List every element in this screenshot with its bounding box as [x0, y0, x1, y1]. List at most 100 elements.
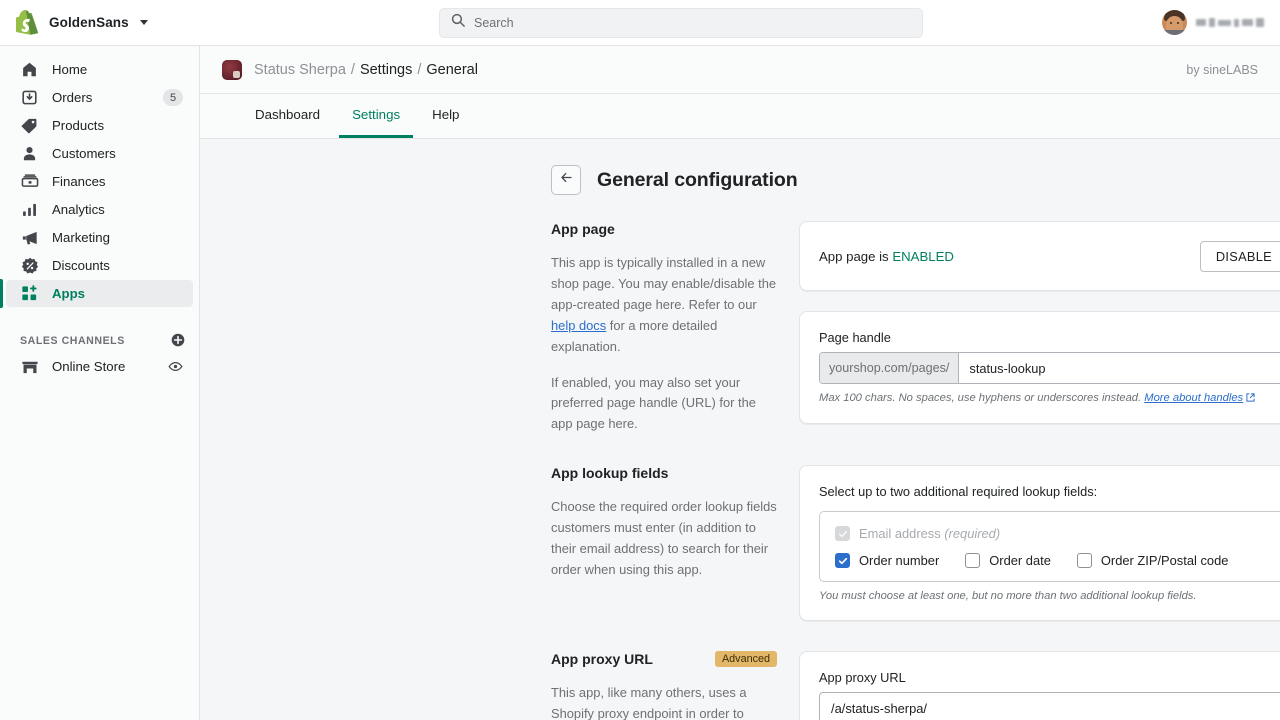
sidebar-item-label: Marketing [52, 230, 110, 245]
more-about-handles-link[interactable]: More about handles [1144, 392, 1243, 404]
bar-chart-icon [20, 200, 39, 219]
page-title: General configuration [597, 168, 798, 191]
checkbox-order-zip[interactable] [1076, 553, 1092, 569]
section-body: This app, like many others, uses a Shopi… [551, 683, 777, 720]
section-app-page-controls: App page is ENABLED DISABLE Page handle … [799, 221, 1280, 435]
page-handle-label: Page handle [819, 330, 891, 345]
sidebar-item-apps[interactable]: Apps [0, 279, 193, 308]
proxy-url-card: App proxy URL /a/status-sherpa/ Most use… [799, 651, 1280, 720]
section-body: Choose the required order lookup fields … [551, 497, 777, 581]
checkbox-row-optional: Order number Order date Order ZIP/Postal… [835, 553, 1272, 569]
checkbox-order-zip-wrap[interactable]: Order ZIP/Postal code [1076, 553, 1229, 569]
plus-circle-icon[interactable] [171, 333, 185, 350]
user-menu[interactable] [1162, 10, 1280, 35]
paragraph-text: This app is typically installed in a new… [551, 255, 777, 312]
orders-inbox-icon [20, 88, 39, 107]
brand-menu[interactable]: GoldenSans [0, 10, 200, 35]
section-body: This app is typically installed in a new… [551, 253, 777, 435]
brand-name: GoldenSans [49, 15, 129, 30]
sidebar-item-products[interactable]: Products [6, 112, 193, 139]
sidebar-item-label: Home [52, 62, 88, 77]
search-icon [451, 13, 465, 32]
breadcrumb-settings[interactable]: Settings [360, 62, 412, 78]
page-handle-card: Page handle yourshop.com/pages/ status-l… [799, 311, 1280, 424]
tab-label: Dashboard [255, 107, 321, 122]
sidebar-item-discounts[interactable]: Discounts [6, 252, 193, 279]
sidebar-item-online-store[interactable]: Online Store [6, 353, 193, 380]
app-page-status-row: App page is ENABLED DISABLE [819, 240, 1280, 272]
sidebar-item-label: Customers [52, 146, 116, 161]
sales-channels-title: SALES CHANNELS [20, 335, 125, 347]
app-breadcrumb-header: Status Sherpa / Settings / General by si… [200, 46, 1280, 94]
tab-settings[interactable]: Settings [339, 94, 414, 138]
section-title: App proxy URL Advanced [551, 651, 777, 668]
sidebar-item-home[interactable]: Home [6, 56, 193, 83]
app-byline: by sineLABS [1186, 62, 1258, 77]
page-handle-input-group[interactable]: yourshop.com/pages/ status-lookup [819, 352, 1280, 384]
eye-icon[interactable] [168, 359, 183, 374]
sidebar-item-label: Apps [52, 286, 85, 301]
page-handle-input[interactable]: status-lookup [959, 353, 1280, 383]
checkbox-order-number-wrap[interactable]: Order number [835, 553, 940, 569]
content-area: Status Sherpa / Settings / General by si… [200, 46, 1280, 720]
app-page-status-card: App page is ENABLED DISABLE [799, 221, 1280, 291]
breadcrumb-app-name[interactable]: Status Sherpa [254, 62, 346, 78]
paragraph: Choose the required order lookup fields … [551, 499, 777, 577]
chevron-down-icon [139, 20, 148, 25]
checkbox-label-email: Email address (required) [859, 526, 1000, 541]
sidebar: Home Orders 5 Products Customers Finance… [0, 46, 200, 720]
disable-button[interactable]: DISABLE [1199, 240, 1280, 272]
checkbox-order-date[interactable] [965, 553, 981, 569]
lookup-help-text: You must choose at least one, but no mor… [819, 590, 1197, 603]
back-button[interactable] [551, 165, 581, 195]
section-title-text: App proxy URL [551, 651, 653, 668]
checkbox-order-date-wrap[interactable]: Order date [965, 553, 1051, 569]
sidebar-item-finances[interactable]: Finances [6, 168, 193, 195]
banknote-icon [20, 172, 39, 191]
tab-label: Settings [352, 107, 401, 122]
search-container: Search [200, 7, 1162, 38]
sidebar-item-orders[interactable]: Orders 5 [6, 84, 193, 111]
page-handle-prefix: yourshop.com/pages/ [820, 353, 960, 383]
sidebar-item-label: Analytics [52, 202, 105, 217]
person-icon [20, 144, 39, 163]
help-text-body: Max 100 chars. No spaces, use hyphens or… [819, 392, 1145, 404]
checkbox-label-order-zip: Order ZIP/Postal code [1100, 553, 1229, 569]
storefront-icon [20, 357, 39, 376]
sidebar-item-label: Finances [52, 174, 106, 189]
sidebar-item-customers[interactable]: Customers [6, 140, 193, 167]
sidebar-item-analytics[interactable]: Analytics [6, 196, 193, 223]
section-proxy-url: App proxy URL Advanced This app, like ma… [200, 651, 1280, 720]
external-link-icon [1246, 393, 1255, 405]
sales-channels-section-header: SALES CHANNELS [0, 329, 199, 353]
page-header: General configuration [200, 165, 1280, 195]
app-tabs: Dashboard Settings Help [200, 94, 1280, 139]
discount-badge-icon [20, 256, 39, 275]
proxy-url-input[interactable]: /a/status-sherpa/ [819, 692, 1280, 720]
advanced-badge: Advanced [714, 651, 777, 668]
section-proxy-controls: App proxy URL /a/status-sherpa/ Most use… [799, 651, 1280, 720]
settings-page: General configuration App page This app … [200, 139, 1280, 720]
checkbox-label-order-number: Order number [859, 553, 940, 569]
section-app-page: App page This app is typically installed… [200, 221, 1280, 435]
home-icon [20, 60, 39, 79]
sidebar-item-marketing[interactable]: Marketing [6, 224, 193, 251]
status-sherpa-app-icon [222, 59, 242, 80]
checkbox-label-order-date: Order date [989, 553, 1051, 569]
tab-dashboard[interactable]: Dashboard [242, 94, 333, 138]
shopify-bag-icon [15, 10, 39, 35]
checkbox-order-number[interactable] [835, 553, 850, 569]
avatar[interactable] [1162, 10, 1187, 35]
section-app-page-description: App page This app is typically installed… [551, 221, 799, 435]
lookup-instruction: Select up to two additional required loo… [819, 484, 1098, 500]
redacted-account-name [1196, 16, 1264, 30]
apps-grid-icon [20, 284, 39, 303]
section-title: App page [551, 221, 615, 237]
breadcrumb-current: General [426, 61, 478, 78]
search-input[interactable]: Search [439, 7, 923, 38]
top-bar: GoldenSans Search [0, 0, 1280, 46]
tab-help[interactable]: Help [419, 94, 472, 138]
help-docs-link[interactable]: help docs [551, 318, 606, 333]
orders-count-badge: 5 [163, 89, 183, 106]
sidebar-item-label: Products [52, 118, 105, 133]
